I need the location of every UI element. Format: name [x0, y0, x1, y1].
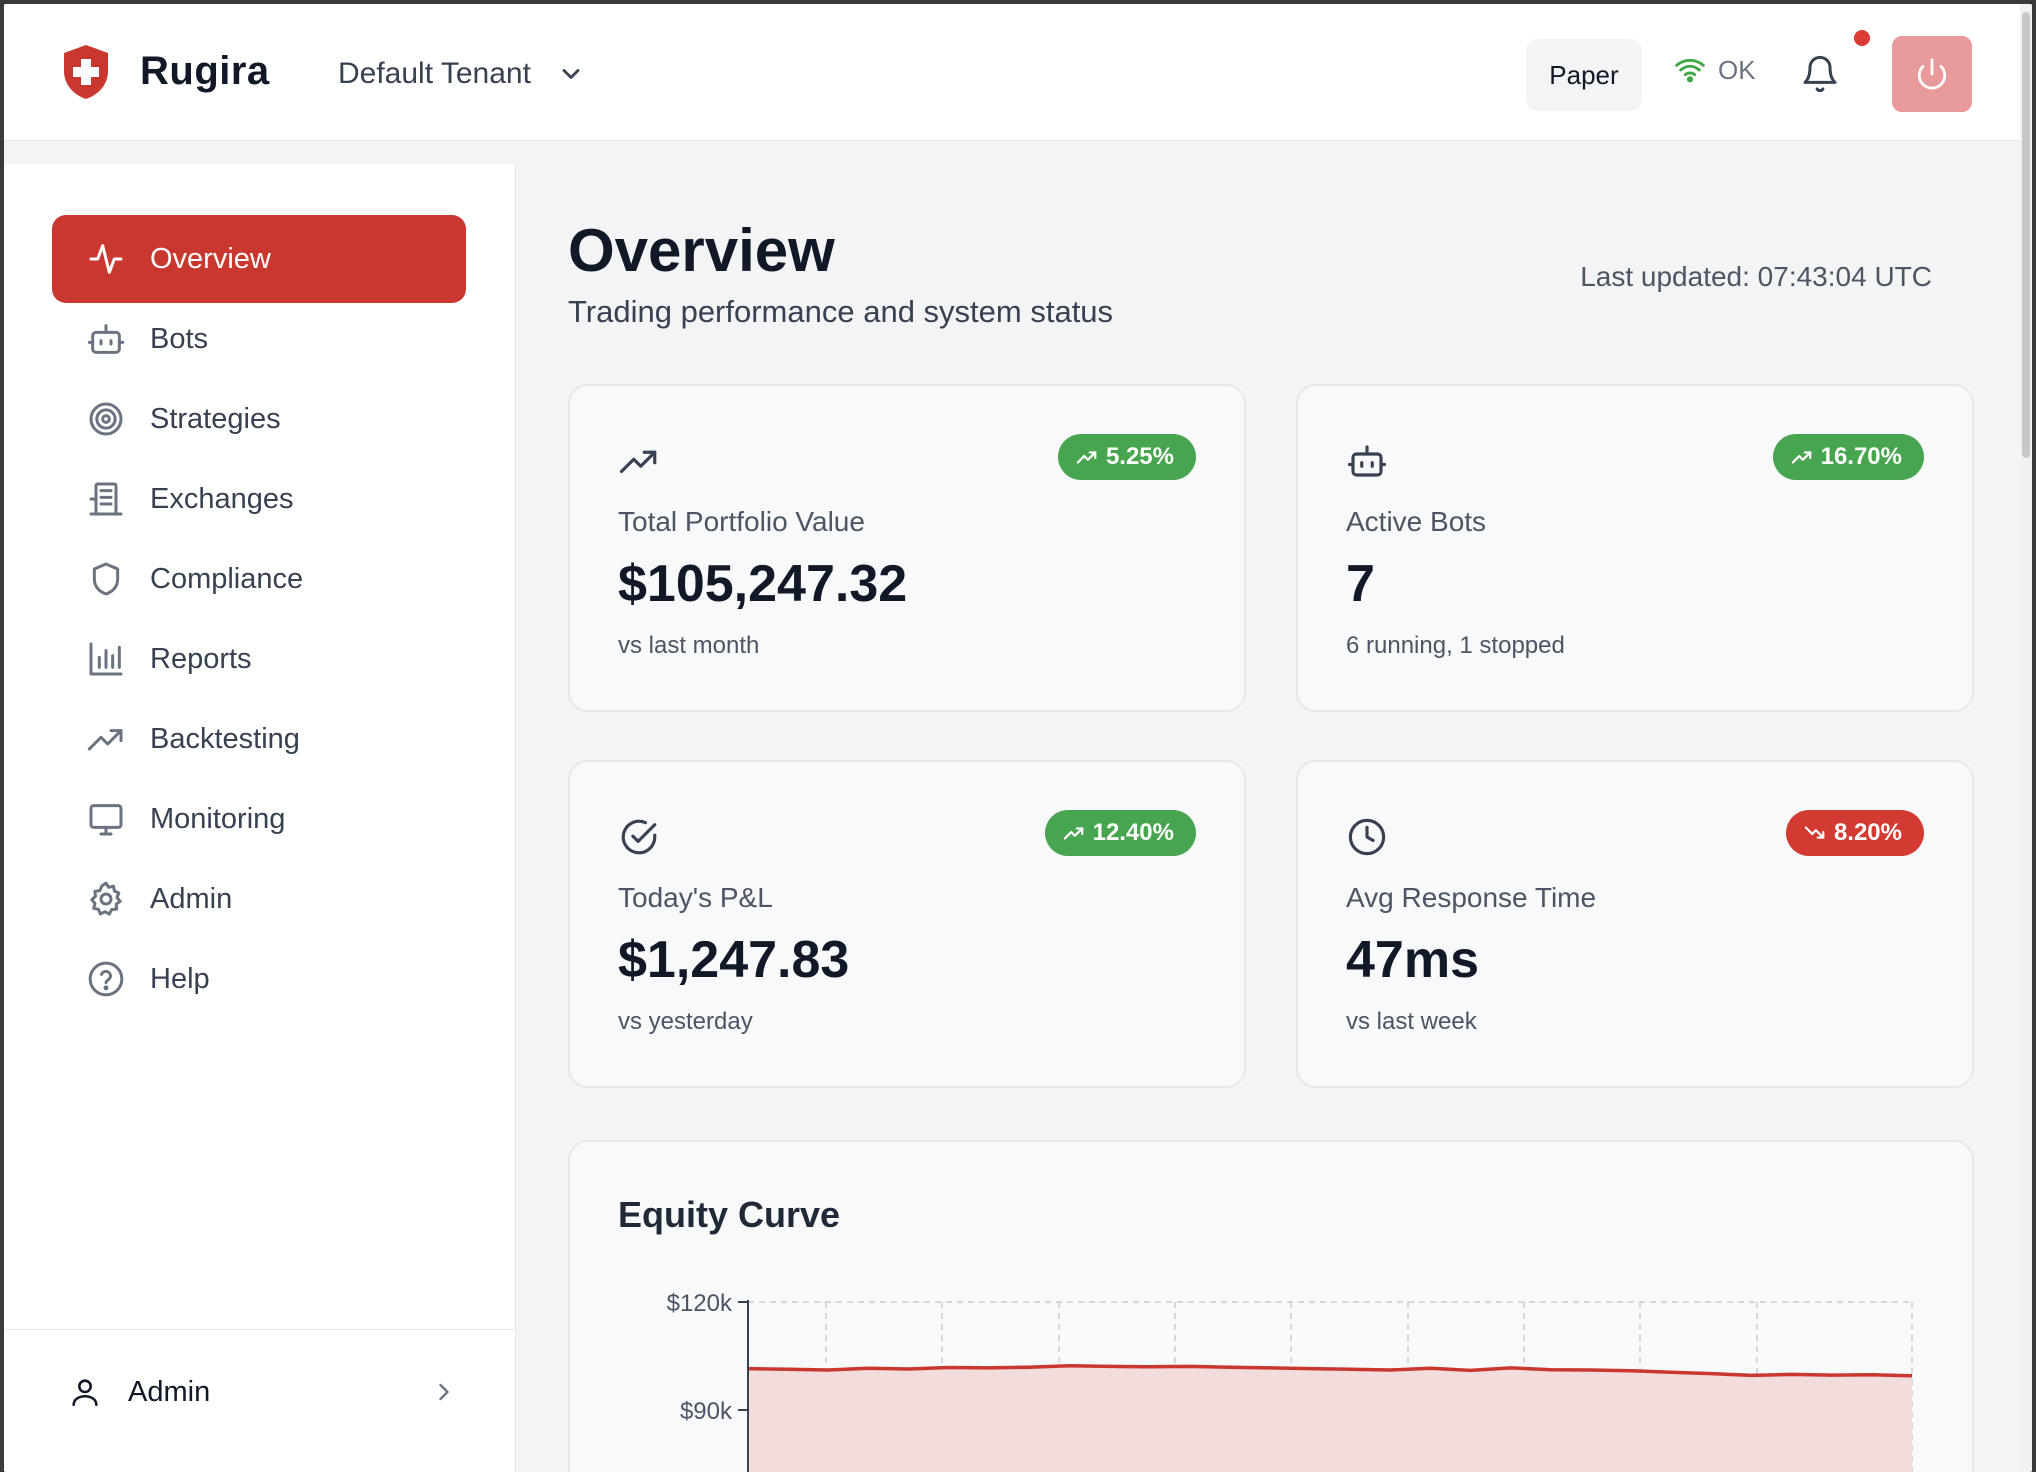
- active-bots-card: 16.70% Active Bots 7 6 running, 1 stopped: [1296, 384, 1974, 712]
- bell-icon[interactable]: [1800, 54, 1840, 94]
- trending-up-icon: [86, 719, 126, 759]
- change-badge: 12.40%: [1044, 810, 1196, 856]
- stat-subtext: 6 running, 1 stopped: [1346, 632, 1565, 659]
- power-icon: [1917, 58, 1947, 90]
- last-updated: Last updated: 07:43:04 UTC: [1580, 261, 1932, 292]
- chevron-down-icon: [562, 69, 580, 79]
- gear-icon: [86, 879, 126, 919]
- change-value: 8.20%: [1833, 819, 1902, 846]
- trading-mode-badge[interactable]: Paper: [1526, 39, 1642, 111]
- tenant-name: Default Tenant: [338, 57, 531, 90]
- stat-label: Today's P&L: [618, 882, 773, 913]
- sidebar-item-label: Bots: [150, 322, 209, 355]
- sidebar-item-label: Help: [150, 962, 210, 995]
- scrollbar-thumb[interactable]: [2022, 12, 2030, 458]
- target-icon: [86, 399, 126, 439]
- trend-down-icon: [1804, 822, 1826, 844]
- change-badge: 8.20%: [1785, 810, 1924, 856]
- clock-icon: [1346, 816, 1388, 858]
- sidebar-item-label: Monitoring: [150, 802, 286, 835]
- stat-label: Avg Response Time: [1346, 882, 1597, 913]
- change-value: 5.25%: [1105, 443, 1174, 470]
- sidebar: Overview Bots Strategies Exchanges Complianc…: [4, 164, 516, 1472]
- sidebar-item-compliance[interactable]: Compliance: [52, 535, 466, 623]
- portfolio-value-card: 5.25% Total Portfolio Value $105,247.32 vs …: [568, 384, 1246, 712]
- monitor-icon: [86, 799, 126, 839]
- stat-value: $105,247.32: [618, 555, 908, 613]
- stat-value: $1,247.83: [618, 931, 850, 989]
- stat-subtext: vs last month: [618, 632, 760, 659]
- y-tick-label: $120k: [667, 1290, 733, 1317]
- stat-label: Active Bots: [1346, 506, 1487, 537]
- sidebar-item-label: Reports: [150, 642, 252, 675]
- sidebar-item-bots[interactable]: Bots: [52, 295, 466, 383]
- sidebar-item-help[interactable]: Help: [52, 935, 466, 1023]
- activity-icon: [86, 239, 126, 279]
- chevron-right-icon: [439, 1383, 449, 1401]
- user-icon: [72, 1379, 98, 1407]
- wifi-icon: [1675, 58, 1705, 83]
- change-badge: 16.70%: [1772, 434, 1924, 480]
- trending-up-icon: [618, 440, 660, 482]
- stat-label: Total Portfolio Value: [618, 506, 865, 537]
- tenant-selector[interactable]: Default Tenant: [338, 54, 585, 94]
- top-header: Rugira Default Tenant Paper OK: [4, 4, 2020, 141]
- avg-response-time-card: 8.20% Avg Response Time 47ms vs last week: [1296, 760, 1974, 1088]
- logo-shield-icon: [64, 45, 108, 99]
- bar-chart-icon: [86, 639, 126, 679]
- equity-area: [748, 1365, 1912, 1472]
- todays-pnl-card: 12.40% Today's P&L $1,247.83 vs yesterday: [568, 760, 1246, 1088]
- equity-curve-chart: $120k $90k: [667, 1290, 1913, 1472]
- sidebar-item-label: Backtesting: [150, 722, 300, 755]
- status-text: OK: [1718, 54, 1756, 85]
- page-subtitle: Trading performance and system status: [568, 294, 1114, 329]
- help-icon: [86, 959, 126, 999]
- notification-dot: [1854, 30, 1870, 46]
- app-window: Rugira Default Tenant Paper OK Overview B…: [4, 4, 2032, 1472]
- connection-status: OK: [1674, 54, 1756, 86]
- trend-up-icon: [1076, 446, 1098, 468]
- change-value: 16.70%: [1820, 443, 1902, 470]
- bot-icon: [1346, 440, 1388, 482]
- sidebar-item-label: Strategies: [150, 402, 281, 435]
- check-circle-icon: [618, 816, 660, 858]
- sidebar-divider: [4, 1329, 515, 1330]
- equity-curve-card: Equity Curve $120k $90k: [568, 1140, 1974, 1472]
- y-tick-label: $90k: [680, 1398, 733, 1425]
- trend-up-icon: [1791, 446, 1813, 468]
- trend-up-icon: [1063, 822, 1085, 844]
- sidebar-item-label: Exchanges: [150, 482, 294, 515]
- power-button[interactable]: [1892, 36, 1972, 112]
- building-icon: [86, 479, 126, 519]
- brand-name: Rugira: [140, 49, 270, 93]
- shield-icon: [86, 559, 126, 599]
- stat-value: 7: [1346, 555, 1375, 613]
- page-title: Overview: [568, 217, 835, 284]
- sidebar-item-admin[interactable]: Admin: [52, 855, 466, 943]
- stat-value: 47ms: [1346, 931, 1479, 989]
- change-badge: 5.25%: [1057, 434, 1196, 480]
- sidebar-item-label: Admin: [150, 882, 233, 915]
- sidebar-item-exchanges[interactable]: Exchanges: [52, 455, 466, 543]
- sidebar-item-reports[interactable]: Reports: [52, 615, 466, 703]
- bot-icon: [86, 319, 126, 359]
- sidebar-item-monitoring[interactable]: Monitoring: [52, 775, 466, 863]
- user-menu[interactable]: Admin: [68, 1360, 458, 1424]
- sidebar-item-overview[interactable]: Overview: [52, 215, 466, 303]
- sidebar-item-label: Overview: [150, 242, 271, 275]
- stat-subtext: vs last week: [1346, 1008, 1477, 1035]
- sidebar-item-backtesting[interactable]: Backtesting: [52, 695, 466, 783]
- sidebar-item-label: Compliance: [150, 562, 304, 595]
- sidebar-item-strategies[interactable]: Strategies: [52, 375, 466, 463]
- user-name: Admin: [128, 1375, 211, 1408]
- stat-subtext: vs yesterday: [618, 1008, 753, 1035]
- change-value: 12.40%: [1092, 819, 1174, 846]
